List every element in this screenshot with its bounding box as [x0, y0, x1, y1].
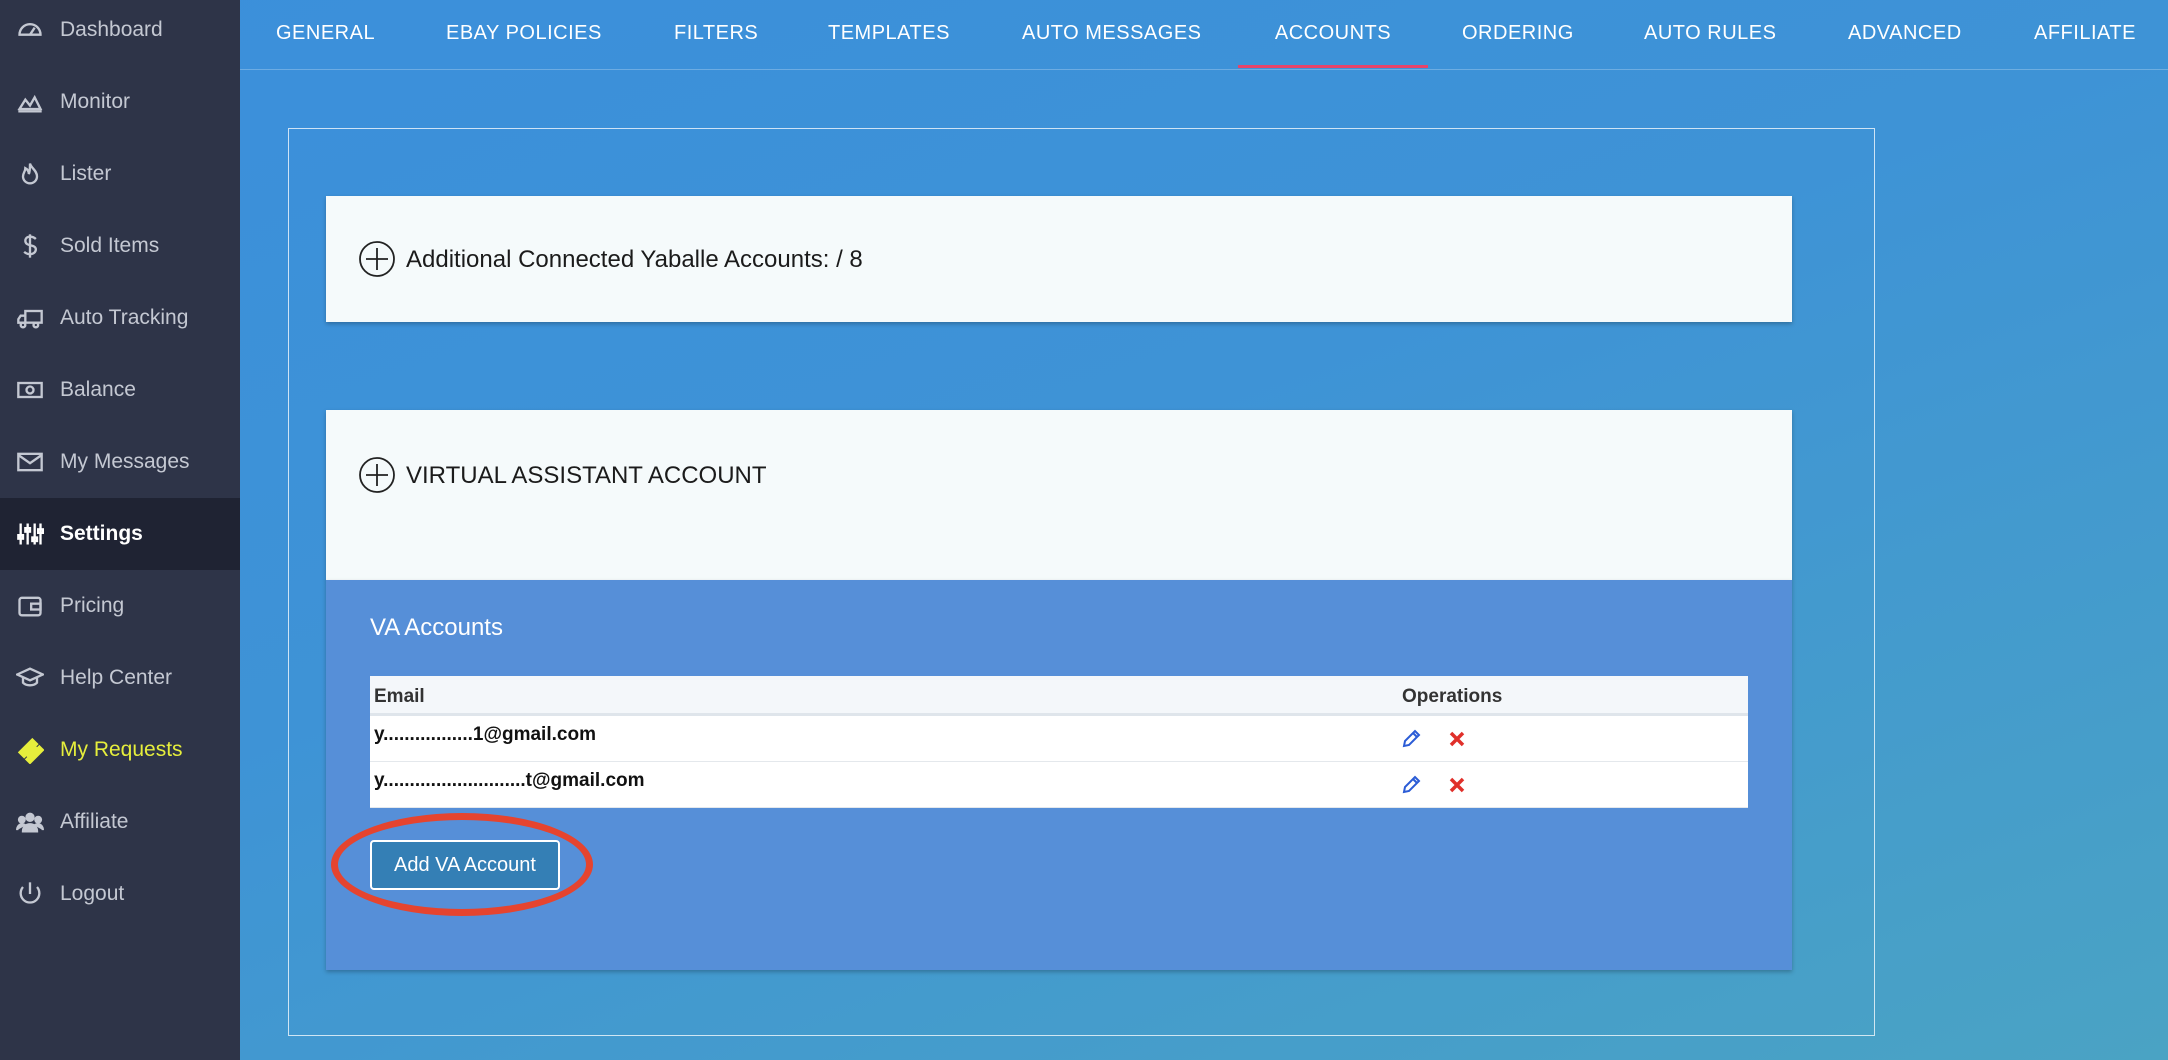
sidebar-item-label: Dashboard: [60, 18, 163, 41]
edit-pencil-icon[interactable]: [1400, 728, 1422, 750]
sidebar-item-label: Monitor: [60, 90, 131, 113]
va-accounts-table: Email Operations y.................1@gma…: [370, 676, 1748, 808]
va-accounts-heading: VA Accounts: [370, 614, 503, 641]
highlight-circle-annotation: [331, 813, 593, 916]
virtual-assistant-title: VIRTUAL ASSISTANT ACCOUNT: [406, 462, 767, 489]
va-accounts-panel: VA Accounts Email Operations y..........…: [326, 580, 1792, 970]
sidebar-item-label: Lister: [60, 162, 112, 185]
envelope-icon: [14, 447, 46, 477]
sidebar-item-label: Pricing: [60, 594, 125, 617]
column-email: Email: [374, 686, 425, 707]
table-row: y...........................t@gmail.com: [370, 762, 1748, 808]
expand-plus-icon[interactable]: [358, 240, 396, 278]
table-row: y.................1@gmail.com: [370, 716, 1748, 762]
sidebar: Dashboard Monitor Lister Sold Items Auto…: [0, 0, 240, 1060]
sidebar-item-sold-items[interactable]: Sold Items: [0, 210, 240, 282]
virtual-assistant-card[interactable]: VIRTUAL ASSISTANT ACCOUNT: [326, 410, 1792, 580]
table-header: Email Operations: [370, 676, 1748, 716]
graduation-cap-icon: [14, 663, 46, 693]
tab-auto-messages[interactable]: AUTO MESSAGES: [1022, 0, 1202, 68]
sidebar-item-label: My Messages: [60, 450, 190, 473]
sidebar-item-label: Affiliate: [60, 810, 129, 833]
tab-affiliate[interactable]: AFFILIATE: [2034, 0, 2136, 68]
sidebar-item-label: Logout: [60, 882, 125, 905]
sidebar-item-help-center[interactable]: Help Center: [0, 642, 240, 714]
sidebar-item-logout[interactable]: Logout: [0, 858, 240, 930]
tab-ebay-policies[interactable]: EBAY POLICIES: [446, 0, 602, 68]
chart-icon: [14, 87, 46, 117]
money-icon: [14, 375, 46, 405]
sliders-icon: [14, 519, 46, 549]
delete-x-icon[interactable]: [1446, 774, 1468, 796]
tab-filters[interactable]: FILTERS: [674, 0, 758, 68]
sidebar-item-pricing[interactable]: Pricing: [0, 570, 240, 642]
sidebar-item-settings[interactable]: Settings: [0, 498, 240, 570]
settings-tabs: GENERAL EBAY POLICIES FILTERS TEMPLATES …: [240, 0, 2168, 70]
sidebar-item-label: Sold Items: [60, 234, 160, 257]
truck-icon: [14, 303, 46, 333]
sidebar-item-auto-tracking[interactable]: Auto Tracking: [0, 282, 240, 354]
tab-ordering[interactable]: ORDERING: [1462, 0, 1574, 68]
users-icon: [14, 807, 46, 837]
ticket-icon: [14, 735, 46, 765]
delete-x-icon[interactable]: [1446, 728, 1468, 750]
sidebar-item-balance[interactable]: Balance: [0, 354, 240, 426]
column-operations: Operations: [1402, 686, 1503, 707]
connected-accounts-title: Additional Connected Yaballe Accounts: /…: [406, 246, 863, 273]
va-email: y...........................t@gmail.com: [374, 770, 645, 791]
expand-plus-icon[interactable]: [358, 456, 396, 494]
sidebar-item-lister[interactable]: Lister: [0, 138, 240, 210]
fire-icon: [14, 159, 46, 189]
sidebar-item-my-messages[interactable]: My Messages: [0, 426, 240, 498]
dashboard-icon: [14, 15, 46, 45]
wallet-icon: [14, 591, 46, 621]
tab-auto-rules[interactable]: AUTO RULES: [1644, 0, 1776, 68]
connected-accounts-card[interactable]: Additional Connected Yaballe Accounts: /…: [326, 196, 1792, 322]
sidebar-item-affiliate[interactable]: Affiliate: [0, 786, 240, 858]
sidebar-item-label: Settings: [60, 522, 143, 545]
sidebar-item-dashboard[interactable]: Dashboard: [0, 0, 240, 66]
tab-general[interactable]: GENERAL: [276, 0, 375, 68]
dollar-icon: [14, 231, 46, 261]
tab-advanced[interactable]: ADVANCED: [1848, 0, 1962, 68]
sidebar-item-my-requests[interactable]: My Requests: [0, 714, 240, 786]
sidebar-item-label: Auto Tracking: [60, 306, 189, 329]
sidebar-item-monitor[interactable]: Monitor: [0, 66, 240, 138]
sidebar-item-label: Balance: [60, 378, 136, 401]
sidebar-item-label: Help Center: [60, 666, 173, 689]
power-icon: [14, 879, 46, 909]
va-email: y.................1@gmail.com: [374, 724, 596, 745]
tab-templates[interactable]: TEMPLATES: [828, 0, 950, 68]
tab-accounts[interactable]: ACCOUNTS: [1238, 0, 1428, 68]
edit-pencil-icon[interactable]: [1400, 774, 1422, 796]
sidebar-item-label: My Requests: [60, 738, 183, 761]
